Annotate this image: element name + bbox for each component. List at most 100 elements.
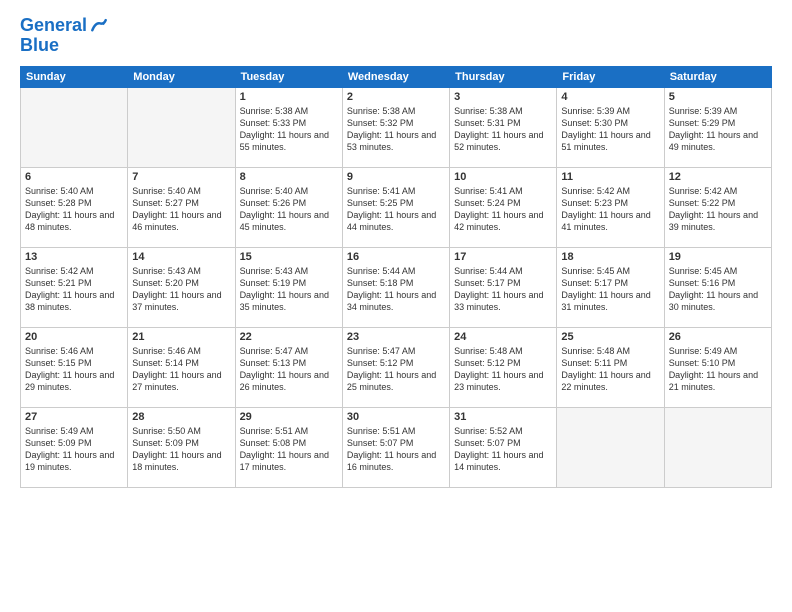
calendar-cell: 14 Sunrise: 5:43 AMSunset: 5:20 PMDayligh… <box>128 247 235 327</box>
cell-info: Sunrise: 5:44 AMSunset: 5:17 PMDaylight:… <box>454 265 552 314</box>
calendar-cell: 23 Sunrise: 5:47 AMSunset: 5:12 PMDayligh… <box>342 327 449 407</box>
day-header-friday: Friday <box>557 66 664 87</box>
cell-info: Sunrise: 5:42 AMSunset: 5:22 PMDaylight:… <box>669 185 767 234</box>
day-number: 3 <box>454 91 552 103</box>
calendar-cell: 11 Sunrise: 5:42 AMSunset: 5:23 PMDayligh… <box>557 167 664 247</box>
cell-info: Sunrise: 5:41 AMSunset: 5:25 PMDaylight:… <box>347 185 445 234</box>
cell-info: Sunrise: 5:46 AMSunset: 5:14 PMDaylight:… <box>132 345 230 394</box>
calendar-cell: 31 Sunrise: 5:52 AMSunset: 5:07 PMDayligh… <box>450 407 557 487</box>
day-number: 5 <box>669 91 767 103</box>
day-number: 15 <box>240 251 338 263</box>
day-number: 2 <box>347 91 445 103</box>
day-number: 10 <box>454 171 552 183</box>
day-number: 6 <box>25 171 123 183</box>
cell-info: Sunrise: 5:44 AMSunset: 5:18 PMDaylight:… <box>347 265 445 314</box>
calendar-cell: 3 Sunrise: 5:38 AMSunset: 5:31 PMDaylight… <box>450 87 557 167</box>
cell-info: Sunrise: 5:42 AMSunset: 5:23 PMDaylight:… <box>561 185 659 234</box>
cell-info: Sunrise: 5:45 AMSunset: 5:16 PMDaylight:… <box>669 265 767 314</box>
cell-info: Sunrise: 5:49 AMSunset: 5:09 PMDaylight:… <box>25 425 123 474</box>
calendar-cell: 21 Sunrise: 5:46 AMSunset: 5:14 PMDayligh… <box>128 327 235 407</box>
day-number: 30 <box>347 411 445 423</box>
cell-info: Sunrise: 5:47 AMSunset: 5:13 PMDaylight:… <box>240 345 338 394</box>
day-number: 25 <box>561 331 659 343</box>
calendar-cell <box>557 407 664 487</box>
day-number: 16 <box>347 251 445 263</box>
day-number: 28 <box>132 411 230 423</box>
day-number: 23 <box>347 331 445 343</box>
day-header-monday: Monday <box>128 66 235 87</box>
calendar-cell <box>664 407 771 487</box>
page: General Blue SundayMondayTuesdayWednesda… <box>0 0 792 612</box>
day-number: 14 <box>132 251 230 263</box>
calendar-cell: 18Sunrise: 5:45 AMSunset: 5:17 PMDayligh… <box>557 247 664 327</box>
cell-info: Sunrise: 5:51 AMSunset: 5:08 PMDaylight:… <box>240 425 338 474</box>
calendar-cell: 16 Sunrise: 5:44 AMSunset: 5:18 PMDayligh… <box>342 247 449 327</box>
day-number: 26 <box>669 331 767 343</box>
day-number: 9 <box>347 171 445 183</box>
cell-info: Sunrise: 5:43 AMSunset: 5:20 PMDaylight:… <box>132 265 230 314</box>
day-number: 13 <box>25 251 123 263</box>
calendar-week-1: 1 Sunrise: 5:38 AMSunset: 5:33 PMDaylight… <box>21 87 772 167</box>
cell-info: Sunrise: 5:38 AMSunset: 5:31 PMDaylight:… <box>454 105 552 154</box>
calendar-cell: 26 Sunrise: 5:49 AMSunset: 5:10 PMDayligh… <box>664 327 771 407</box>
day-header-sunday: Sunday <box>21 66 128 87</box>
day-number: 24 <box>454 331 552 343</box>
day-number: 1 <box>240 91 338 103</box>
logo-text: General <box>20 16 87 36</box>
cell-info: Sunrise: 5:46 AMSunset: 5:15 PMDaylight:… <box>25 345 123 394</box>
day-number: 22 <box>240 331 338 343</box>
calendar-cell: 6 Sunrise: 5:40 AMSunset: 5:28 PMDaylight… <box>21 167 128 247</box>
calendar-cell: 22 Sunrise: 5:47 AMSunset: 5:13 PMDayligh… <box>235 327 342 407</box>
calendar-cell: 20 Sunrise: 5:46 AMSunset: 5:15 PMDayligh… <box>21 327 128 407</box>
cell-info: Sunrise: 5:38 AMSunset: 5:32 PMDaylight:… <box>347 105 445 154</box>
cell-info: Sunrise: 5:39 AMSunset: 5:29 PMDaylight:… <box>669 105 767 154</box>
cell-info: Sunrise: 5:51 AMSunset: 5:07 PMDaylight:… <box>347 425 445 474</box>
day-number: 4 <box>561 91 659 103</box>
cell-info: Sunrise: 5:48 AMSunset: 5:11 PMDaylight:… <box>561 345 659 394</box>
day-number: 29 <box>240 411 338 423</box>
calendar-cell: 8Sunrise: 5:40 AMSunset: 5:26 PMDaylight… <box>235 167 342 247</box>
logo-icon <box>89 16 109 36</box>
calendar-cell: 15 Sunrise: 5:43 AMSunset: 5:19 PMDayligh… <box>235 247 342 327</box>
calendar-week-5: 27 Sunrise: 5:49 AMSunset: 5:09 PMDayligh… <box>21 407 772 487</box>
day-number: 20 <box>25 331 123 343</box>
calendar-cell: 29 Sunrise: 5:51 AMSunset: 5:08 PMDayligh… <box>235 407 342 487</box>
calendar-cell: 27 Sunrise: 5:49 AMSunset: 5:09 PMDayligh… <box>21 407 128 487</box>
cell-info: Sunrise: 5:39 AMSunset: 5:30 PMDaylight:… <box>561 105 659 154</box>
calendar-body: 1 Sunrise: 5:38 AMSunset: 5:33 PMDaylight… <box>21 87 772 487</box>
day-number: 17 <box>454 251 552 263</box>
cell-info: Sunrise: 5:40 AMSunset: 5:27 PMDaylight:… <box>132 185 230 234</box>
day-number: 21 <box>132 331 230 343</box>
logo-blue: Blue <box>20 36 109 56</box>
day-header-saturday: Saturday <box>664 66 771 87</box>
calendar-cell: 12Sunrise: 5:42 AMSunset: 5:22 PMDayligh… <box>664 167 771 247</box>
cell-info: Sunrise: 5:45 AMSunset: 5:17 PMDaylight:… <box>561 265 659 314</box>
calendar-cell: 17 Sunrise: 5:44 AMSunset: 5:17 PMDayligh… <box>450 247 557 327</box>
cell-info: Sunrise: 5:47 AMSunset: 5:12 PMDaylight:… <box>347 345 445 394</box>
calendar-cell: 25 Sunrise: 5:48 AMSunset: 5:11 PMDayligh… <box>557 327 664 407</box>
calendar-week-2: 6 Sunrise: 5:40 AMSunset: 5:28 PMDaylight… <box>21 167 772 247</box>
calendar-cell: 13Sunrise: 5:42 AMSunset: 5:21 PMDayligh… <box>21 247 128 327</box>
day-number: 27 <box>25 411 123 423</box>
day-header-tuesday: Tuesday <box>235 66 342 87</box>
calendar-cell <box>21 87 128 167</box>
day-number: 7 <box>132 171 230 183</box>
calendar-cell: 24 Sunrise: 5:48 AMSunset: 5:12 PMDayligh… <box>450 327 557 407</box>
day-number: 11 <box>561 171 659 183</box>
calendar-week-3: 13Sunrise: 5:42 AMSunset: 5:21 PMDayligh… <box>21 247 772 327</box>
calendar-cell: 1 Sunrise: 5:38 AMSunset: 5:33 PMDaylight… <box>235 87 342 167</box>
calendar-header-row: SundayMondayTuesdayWednesdayThursdayFrid… <box>21 66 772 87</box>
day-header-wednesday: Wednesday <box>342 66 449 87</box>
cell-info: Sunrise: 5:43 AMSunset: 5:19 PMDaylight:… <box>240 265 338 314</box>
cell-info: Sunrise: 5:49 AMSunset: 5:10 PMDaylight:… <box>669 345 767 394</box>
calendar-cell: 28 Sunrise: 5:50 AMSunset: 5:09 PMDayligh… <box>128 407 235 487</box>
cell-info: Sunrise: 5:38 AMSunset: 5:33 PMDaylight:… <box>240 105 338 154</box>
cell-info: Sunrise: 5:48 AMSunset: 5:12 PMDaylight:… <box>454 345 552 394</box>
header: General Blue <box>20 16 772 56</box>
cell-info: Sunrise: 5:52 AMSunset: 5:07 PMDaylight:… <box>454 425 552 474</box>
cell-info: Sunrise: 5:50 AMSunset: 5:09 PMDaylight:… <box>132 425 230 474</box>
day-number: 31 <box>454 411 552 423</box>
calendar-cell: 30 Sunrise: 5:51 AMSunset: 5:07 PMDayligh… <box>342 407 449 487</box>
cell-info: Sunrise: 5:40 AMSunset: 5:28 PMDaylight:… <box>25 185 123 234</box>
calendar-cell: 2 Sunrise: 5:38 AMSunset: 5:32 PMDaylight… <box>342 87 449 167</box>
